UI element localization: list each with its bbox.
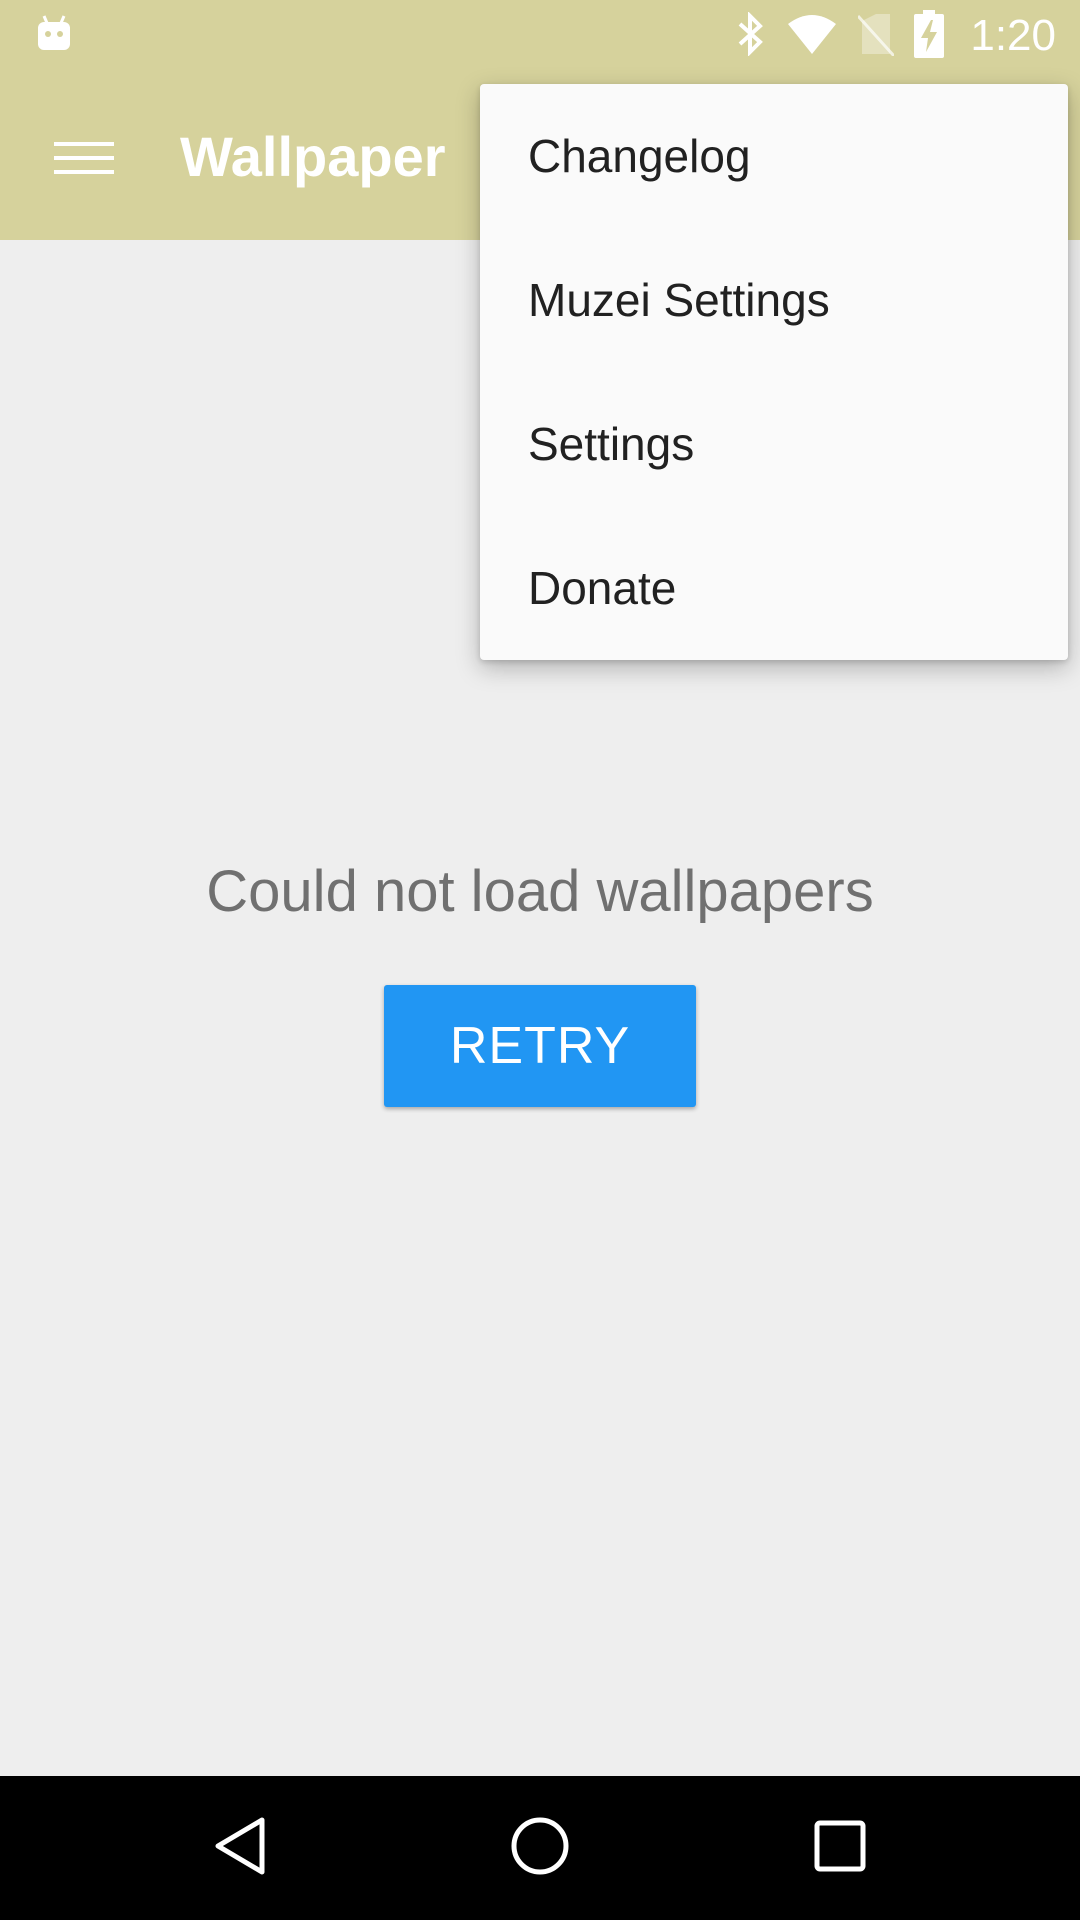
back-button[interactable] [192,1800,288,1896]
retry-button[interactable]: RETRY [384,985,696,1107]
navigation-bar [0,1776,1080,1920]
wifi-icon [786,14,838,59]
page-title: Wallpaper [180,125,446,188]
recents-icon [814,1820,866,1877]
status-time: 1:20 [970,11,1056,60]
screen: 1:20 Wallpaper Changelog Muzei Settings … [0,0,1080,1920]
home-icon [510,1816,570,1881]
error-message: Could not load wallpapers [206,859,874,924]
hamburger-menu-button[interactable] [36,112,132,208]
status-bar: 1:20 [0,0,1080,72]
menu-item-donate[interactable]: Donate [480,516,1068,660]
battery-charging-icon [914,9,945,63]
no-sim-icon [857,12,896,61]
system-icons: 1:20 [736,0,1056,72]
menu-item-settings[interactable]: Settings [480,372,1068,516]
overflow-menu: Changelog Muzei Settings Settings Donate [480,84,1068,660]
hamburger-menu-icon [54,138,114,183]
home-button[interactable] [492,1800,588,1896]
menu-item-changelog[interactable]: Changelog [480,84,1068,228]
menu-item-muzei-settings[interactable]: Muzei Settings [480,228,1068,372]
bluetooth-icon [736,10,766,61]
recents-button[interactable] [792,1800,888,1896]
android-notification-icon [36,14,72,54]
back-icon [212,1816,268,1881]
